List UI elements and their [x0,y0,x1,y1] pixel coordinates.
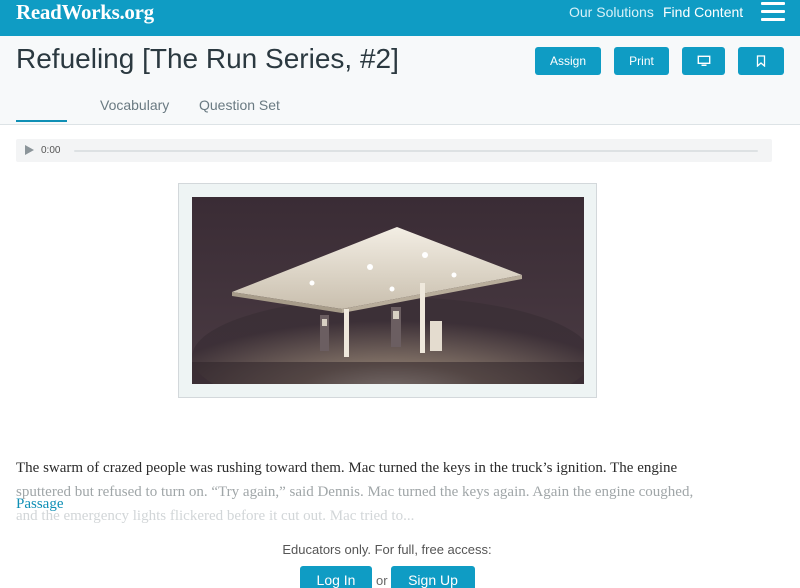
passage-text: The swarm of crazed people was rushing t… [16,456,786,528]
passage-line: and the emergency lights flickered befor… [16,508,415,524]
nav-link-our-solutions[interactable]: Our Solutions [569,3,654,21]
or-separator: or [376,573,388,588]
tab-question-set[interactable]: Question Set [199,96,280,114]
sign-up-button[interactable]: Sign Up [391,566,475,588]
hamburger-bar [761,2,785,5]
passage-image [192,197,584,384]
bookmark-icon [756,55,766,67]
audio-time: 0:00 [41,145,61,156]
active-tab-indicator [16,120,67,122]
nav-link-find-content[interactable]: Find Content [663,3,743,21]
play-icon[interactable] [25,145,34,155]
log-in-button[interactable]: Log In [300,566,372,588]
hamburger-bar [761,18,785,21]
top-nav: ReadWorks.org Our Solutions Find Content [0,0,800,36]
assign-button[interactable]: Assign [535,47,601,75]
page-title: Refueling [The Run Series, #2] [16,43,399,74]
hamburger-bar [761,10,785,13]
passage-line: The swarm of crazed people was rushing t… [16,460,678,476]
audio-progress-track[interactable] [74,150,758,152]
tab-vocabulary[interactable]: Vocabulary [100,96,169,114]
educators-access-message: Educators only. For full, free access: [282,542,492,557]
hamburger-icon[interactable] [761,2,785,22]
logo[interactable]: ReadWorks.org [16,0,154,24]
page-header: Refueling [The Run Series, #2] Assign Pr… [0,36,800,512]
bookmark-button[interactable] [738,47,784,75]
audio-player: 0:00 [16,139,772,162]
passage-line: sputtered but refused to turn on. “Try a… [16,484,694,500]
passage-image-frame [178,183,597,398]
print-button[interactable]: Print [614,47,669,75]
present-button[interactable] [682,47,725,75]
monitor-icon [697,55,710,66]
